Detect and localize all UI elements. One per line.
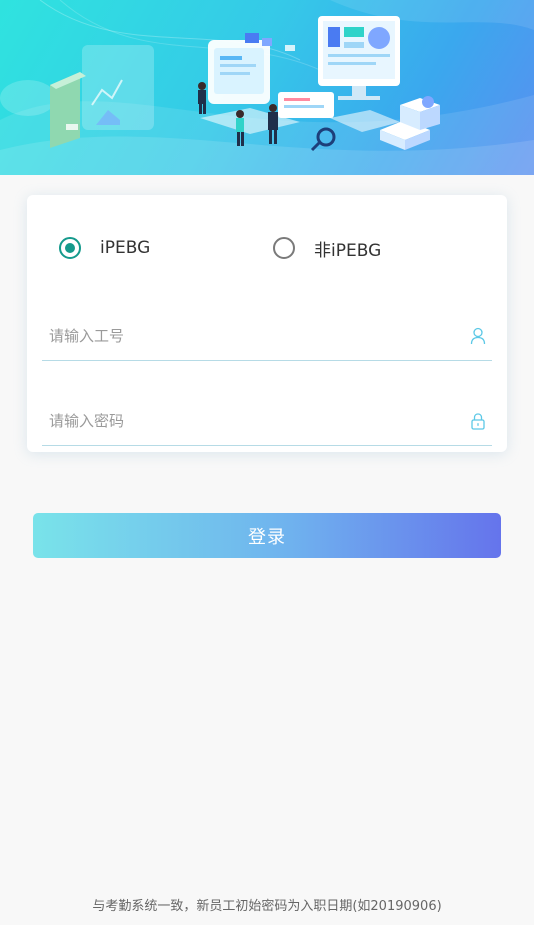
employee-id-field xyxy=(42,314,492,361)
employee-id-input[interactable] xyxy=(49,320,449,352)
user-icon xyxy=(470,327,486,345)
password-input[interactable] xyxy=(49,405,449,437)
radio-ipebg-label: iPEBG xyxy=(100,238,151,258)
radio-non-ipebg[interactable]: 非iPEBG xyxy=(273,233,381,263)
lock-icon xyxy=(471,413,485,430)
radio-ipebg[interactable]: iPEBG xyxy=(59,233,150,263)
radio-non-ipebg-label: 非iPEBG xyxy=(314,240,382,261)
login-button[interactable]: 登录 xyxy=(33,513,501,558)
radio-unchecked-icon xyxy=(273,237,295,259)
hero-banner xyxy=(0,0,534,175)
login-card: iPEBG 非iPEBG xyxy=(27,195,507,452)
password-field xyxy=(42,399,492,446)
radio-checked-icon xyxy=(59,237,81,259)
hero-illustration xyxy=(0,0,534,175)
footer-note: 与考勤系统一致，新员工初始密码为入职日期(如20190906) xyxy=(92,899,442,914)
